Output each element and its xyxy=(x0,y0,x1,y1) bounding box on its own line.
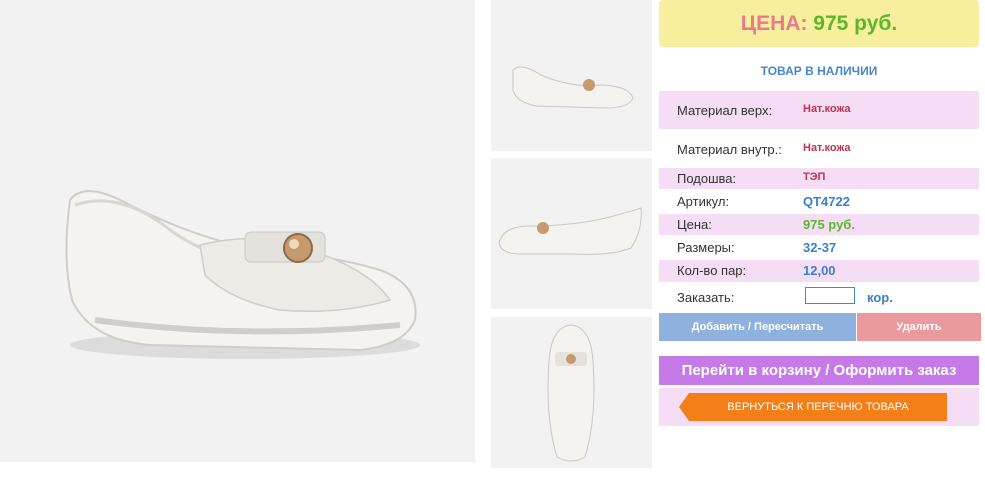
spec-label: Размеры: xyxy=(677,240,735,255)
spec-value: Нат.кожа xyxy=(803,142,851,154)
spec-value: 12,00 xyxy=(803,263,836,278)
spec-value: 32-37 xyxy=(803,240,837,255)
add-recalculate-button[interactable]: Добавить / Пересчитать xyxy=(659,313,856,341)
price-banner-label: ЦЕНА: xyxy=(740,12,808,35)
order-label: Заказать: xyxy=(677,290,735,305)
delete-button[interactable]: Удалить xyxy=(857,313,981,341)
shoe-thumbnail-icon xyxy=(498,207,642,255)
stock-status: ТОВАР В НАЛИЧИИ xyxy=(760,64,878,78)
thumbnail-3[interactable] xyxy=(491,317,652,468)
shoe-thumbnail-icon xyxy=(512,66,634,109)
shoe-top-view-icon xyxy=(547,324,595,462)
spec-value: Нат.кожа xyxy=(803,103,851,115)
spec-label: Кол-во пар: xyxy=(677,263,747,278)
spec-label: Цена: xyxy=(677,217,712,232)
spec-value: QT4722 xyxy=(803,194,850,209)
main-product-image xyxy=(0,0,475,462)
spec-row-price: Цена: 975 руб. xyxy=(659,214,979,235)
spec-row-sole: Подошва: ТЭП xyxy=(659,168,979,189)
spec-row-material-upper: Материал верх: Нат.кожа xyxy=(659,91,979,129)
shoe-side-view-icon xyxy=(65,190,420,359)
spec-label: Подошва: xyxy=(677,171,737,186)
spec-row-material-inner: Материал внутр.: Нат.кожа xyxy=(659,134,979,164)
price-banner-value: 975 руб. xyxy=(813,12,898,35)
order-row: Заказать: кор. xyxy=(659,285,979,309)
thumbnail-1[interactable] xyxy=(491,0,652,151)
thumbnail-2[interactable] xyxy=(491,158,652,309)
spec-label: Материал внутр.: xyxy=(677,142,782,157)
back-to-list-button[interactable]: ВЕРНУТЬСЯ К ПЕРЕЧНЮ ТОВАРА xyxy=(679,393,947,421)
order-quantity-input[interactable] xyxy=(805,287,855,304)
spec-label: Материал верх: xyxy=(677,103,773,118)
price-banner: ЦЕНА: 975 руб. xyxy=(659,0,979,47)
go-to-cart-button[interactable]: Перейти в корзину / Оформить заказ xyxy=(659,356,979,385)
spec-value: 975 руб. xyxy=(803,217,855,232)
spec-row-article: Артикул: QT4722 xyxy=(659,191,979,212)
back-button-container: ВЕРНУТЬСЯ К ПЕРЕЧНЮ ТОВАРА xyxy=(659,388,979,426)
spec-row-sizes: Размеры: 32-37 xyxy=(659,237,979,258)
spec-row-pairs: Кол-во пар: 12,00 xyxy=(659,260,979,282)
spec-label: Артикул: xyxy=(677,194,730,209)
order-unit: кор. xyxy=(867,290,893,305)
spec-value: ТЭП xyxy=(803,171,826,183)
